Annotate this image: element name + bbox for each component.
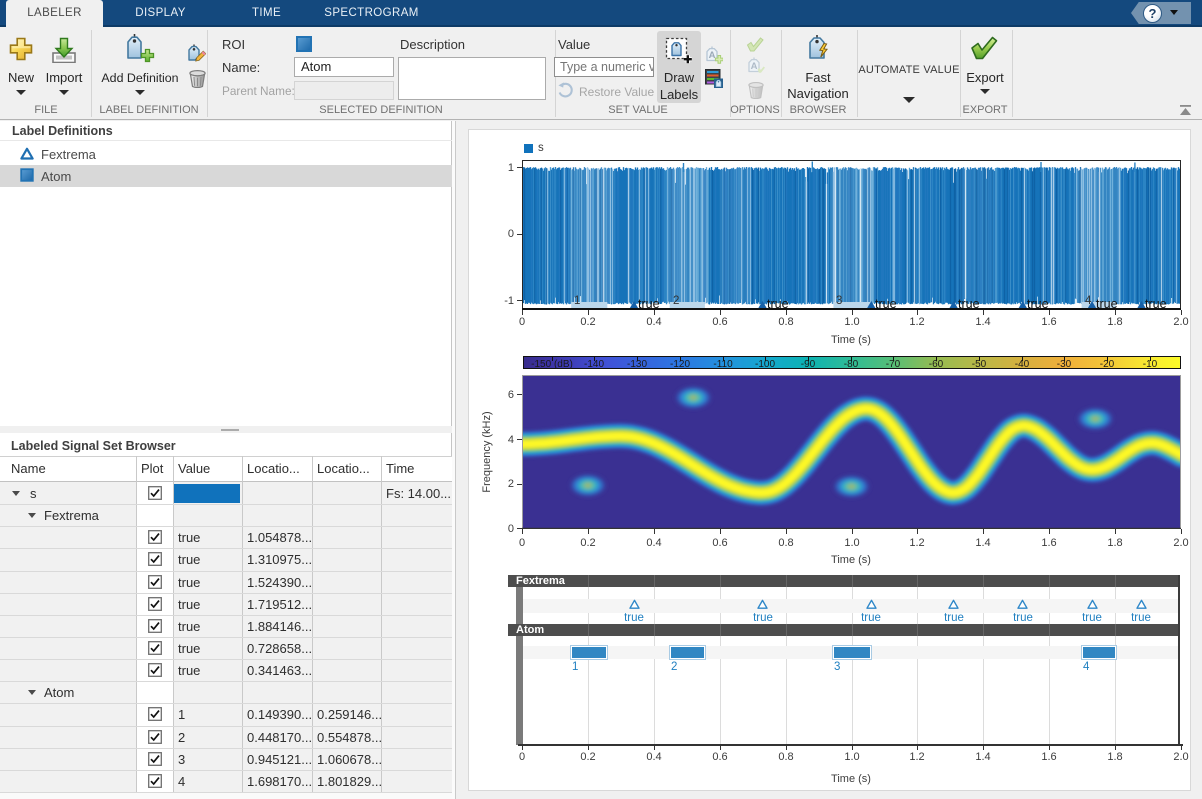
svg-text:A: A — [751, 61, 758, 72]
svg-text:A: A — [709, 50, 716, 61]
